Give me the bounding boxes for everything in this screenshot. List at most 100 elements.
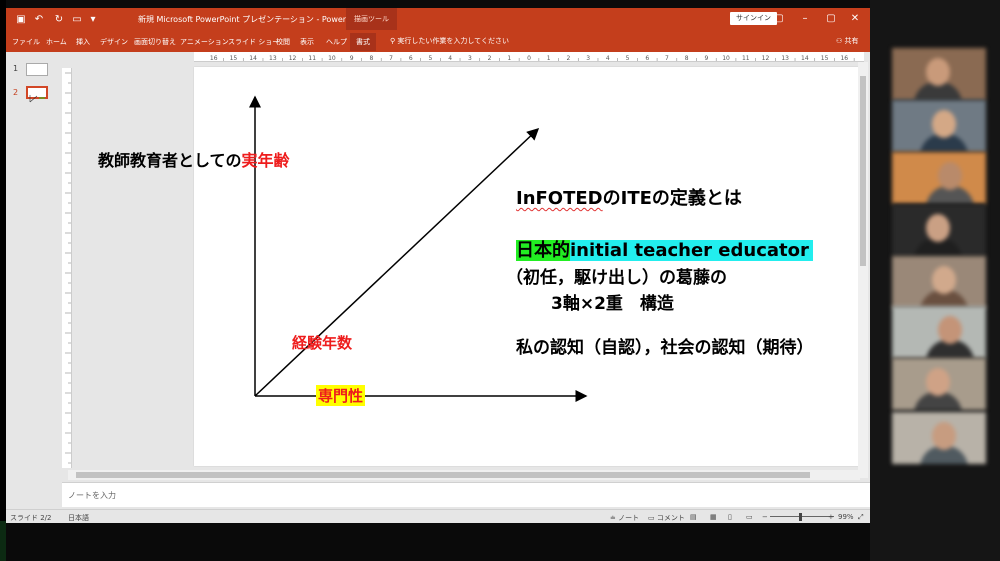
ruler-label: 8	[369, 55, 373, 62]
normal-view-icon[interactable]: ▤	[690, 513, 697, 521]
start-slideshow-icon[interactable]: ▭	[70, 12, 84, 26]
participant-face	[932, 266, 956, 294]
fit-to-window-icon[interactable]: ⤢	[858, 513, 864, 522]
comments-toggle[interactable]: ▭ コメント	[648, 513, 685, 523]
participant-face	[938, 316, 962, 344]
diagonal-axis-arrow[interactable]	[254, 127, 540, 397]
tab-animations[interactable]: アニメーション	[180, 37, 229, 47]
ruler-label: 2	[566, 55, 570, 62]
age-label-prefix: 教師教育者としての	[98, 151, 242, 170]
ruler-label: 13	[781, 55, 789, 62]
vertical-scrollbar[interactable]	[858, 62, 868, 478]
horizontal-scrollbar[interactable]	[68, 470, 860, 480]
notes-icon: ≐	[610, 514, 619, 522]
tab-view[interactable]: 表示	[300, 37, 314, 47]
participant-video[interactable]	[892, 152, 986, 204]
ruler-label: 15	[230, 55, 238, 62]
participant-video[interactable]	[892, 100, 986, 152]
tab-transitions[interactable]: 画面切り替え	[134, 37, 176, 47]
ruler-label: 7	[389, 55, 393, 62]
title-bar: ▣ ↶ ↻ ▭ ▾ 新規 Microsoft PowerPoint プレゼンテー…	[6, 8, 870, 30]
undo-icon[interactable]: ↶	[32, 12, 46, 26]
tab-home[interactable]: ホーム	[46, 37, 67, 47]
slide[interactable]: 教師教育者としての実年齢 経験年数 専門性 InFOTEDのITEの定義とは 日…	[98, 67, 860, 466]
slide-indicator[interactable]: スライド 2/2	[10, 513, 52, 523]
ruler-label: 10	[722, 55, 730, 62]
slide-sorter-icon[interactable]: ▦	[710, 513, 717, 521]
age-label-emphasis: 実年齢	[241, 151, 290, 170]
zoom-slider-handle[interactable]	[799, 513, 802, 521]
share-button[interactable]: ⚇ 共有	[836, 36, 859, 46]
redo-icon[interactable]: ↻	[52, 12, 66, 26]
tab-help[interactable]: ヘルプ	[326, 37, 347, 47]
ruler-label: 5	[429, 55, 433, 62]
participant-face	[932, 422, 956, 450]
horizontal-ruler[interactable]: 16 15 14 13 12 11 10 9 8 7 6 5 4 3 2 1 0 1 2 3 4 5 6 7 8 9 10 11 12 1…	[194, 52, 864, 62]
zoom-slider[interactable]	[770, 516, 834, 517]
participant-video[interactable]	[892, 306, 986, 358]
scroll-thumb[interactable]	[860, 76, 866, 266]
slide-thumbnail-1[interactable]	[26, 63, 48, 76]
close-icon[interactable]: ✕	[848, 12, 862, 26]
ruler-label: 12	[289, 55, 297, 62]
notes-toggle[interactable]: ≐ ノート	[610, 513, 639, 523]
zoom-in-icon[interactable]: +	[828, 513, 834, 521]
ruler-label: 3	[468, 55, 472, 62]
participant-video[interactable]	[892, 48, 986, 100]
participant-video[interactable]	[892, 412, 986, 464]
tell-me-search[interactable]: ⚲ 実行したい作業を入力してください	[390, 36, 509, 46]
context-tab-group: 描画ツール	[346, 8, 397, 30]
tab-design[interactable]: デザイン	[100, 37, 128, 47]
participant-face	[926, 368, 950, 396]
reading-view-icon[interactable]: ▯	[728, 513, 732, 521]
ruler-label: 14	[801, 55, 809, 62]
person-icon: ⚇	[836, 37, 845, 45]
signin-button[interactable]: サインイン	[730, 12, 777, 25]
heading-text[interactable]: InFOTEDのITEの定義とは	[516, 184, 742, 210]
thumbnail-pane: 1 2	[6, 52, 64, 488]
scroll-thumb[interactable]	[76, 472, 810, 478]
slideshow-view-icon[interactable]: ▭	[746, 513, 753, 521]
experience-label[interactable]: 経験年数	[292, 332, 352, 353]
ruler-label: 10	[328, 55, 336, 62]
participant-video[interactable]	[892, 204, 986, 256]
tab-insert[interactable]: 挿入	[76, 37, 90, 47]
ruler-label: 7	[665, 55, 669, 62]
window-title: 新規 Microsoft PowerPoint プレゼンテーション - Powe…	[138, 15, 366, 24]
comments-toggle-label: コメント	[656, 514, 685, 522]
tab-file[interactable]: ファイル	[12, 37, 40, 47]
tab-review[interactable]: 校閲	[276, 37, 290, 47]
expertise-label[interactable]: 専門性	[316, 385, 366, 406]
definition-line-3[interactable]: 3軸×2重 構造	[551, 289, 674, 314]
ruler-label: 9	[350, 55, 354, 62]
minimize-icon[interactable]: –	[798, 12, 812, 26]
notes-placeholder: ノートを入力	[68, 491, 116, 500]
age-label[interactable]: 教師教育者としての実年齢	[98, 147, 290, 171]
definition-line-4[interactable]: 私の認知（自認），社会の認知（期待）	[516, 333, 814, 358]
participant-video[interactable]	[892, 256, 986, 308]
participant-video[interactable]	[892, 358, 986, 410]
zoom-level[interactable]: 99%	[838, 513, 854, 521]
notes-toggle-label: ノート	[618, 514, 640, 522]
participant-face	[938, 162, 962, 190]
vertical-ruler[interactable]	[62, 68, 72, 468]
customize-icon[interactable]: ▾	[86, 12, 100, 26]
participant-face	[926, 58, 950, 86]
tab-format[interactable]: 書式	[350, 33, 376, 51]
ruler-label: 4	[606, 55, 610, 62]
ruler-label: 12	[762, 55, 770, 62]
comment-icon: ▭	[648, 514, 657, 522]
ruler-label: 16	[210, 55, 218, 62]
maximize-icon[interactable]: ▢	[824, 12, 838, 26]
ruler-label: 1	[507, 55, 511, 62]
ribbon-display-icon[interactable]: ▢	[772, 12, 786, 26]
save-icon[interactable]: ▣	[14, 12, 28, 26]
language-indicator[interactable]: 日本語	[68, 513, 89, 523]
notes-pane[interactable]: ノートを入力	[62, 482, 870, 507]
zoom-out-icon[interactable]: −	[762, 513, 768, 521]
ruler-label: 14	[249, 55, 257, 62]
definition-line-2[interactable]: （初任，駆け出し）の葛藤の	[506, 263, 727, 288]
slide-thumbnail-2[interactable]	[26, 86, 48, 103]
tab-slideshow[interactable]: スライド ショー	[228, 37, 279, 47]
definition-line-1[interactable]: 日本的initial teacher educator	[516, 236, 813, 262]
